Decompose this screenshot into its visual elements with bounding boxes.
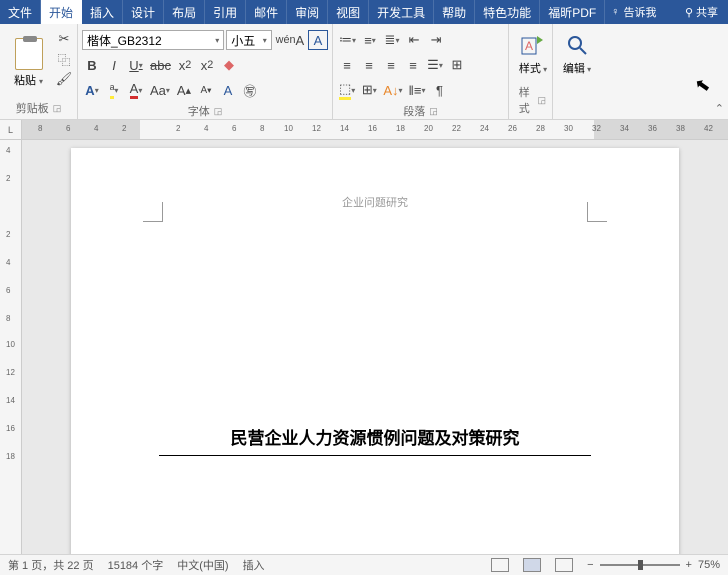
share-icon: ⚲ — [685, 6, 693, 19]
paste-button[interactable]: 粘贴 ▾ — [14, 72, 43, 88]
document-title[interactable]: 民营企业人力资源惯例问题及对策研究 — [159, 424, 591, 456]
change-case-icon[interactable]: Aa▾ — [148, 80, 172, 100]
underline-button[interactable]: U ▾ — [126, 55, 146, 75]
font-size-select[interactable]: 小五▾ — [226, 30, 272, 50]
font-color-icon[interactable]: A▾ — [126, 80, 146, 100]
decrease-indent-icon[interactable]: ⇤ — [404, 30, 424, 50]
status-mode[interactable]: 插入 — [243, 557, 265, 573]
styles-launcher-icon[interactable]: ◲ — [537, 95, 546, 106]
vertical-ruler[interactable]: 4224681012141618 — [0, 140, 22, 554]
enclose-char-icon[interactable]: ㊢ — [240, 80, 260, 100]
tab-home[interactable]: 开始 — [41, 0, 82, 24]
shrink-font-icon[interactable]: A▾ — [196, 80, 216, 100]
share-button[interactable]: ⚲ 共享 — [685, 4, 718, 20]
borders-icon[interactable]: ⊞▾ — [359, 80, 379, 100]
subscript-button[interactable]: x2 — [175, 55, 195, 75]
file-tab[interactable]: 文件 — [0, 0, 41, 24]
paste-icon[interactable] — [15, 38, 43, 70]
tab-help[interactable]: 帮助 — [434, 0, 475, 24]
cut-icon[interactable]: ✂ — [55, 30, 73, 48]
zoom-slider[interactable] — [600, 564, 680, 566]
numbering-icon[interactable]: ≡▾ — [360, 30, 380, 50]
collapse-ribbon-icon[interactable]: ⌃ — [715, 102, 724, 115]
copy-icon[interactable]: ⿻ — [55, 50, 73, 68]
clipboard-launcher-icon[interactable]: ◲ — [53, 103, 62, 114]
text-effects-icon[interactable]: A▾ — [82, 80, 102, 100]
grow-font2-icon[interactable]: A▴ — [174, 80, 194, 100]
show-marks-icon[interactable]: ¶ — [429, 80, 449, 100]
read-mode-icon[interactable] — [491, 558, 509, 572]
tab-developer[interactable]: 开发工具 — [369, 0, 434, 24]
align-center-icon[interactable]: ≡ — [359, 55, 379, 75]
line-spacing-icon[interactable]: ‖≡▾ — [407, 80, 428, 100]
lightbulb-icon: ♀ — [611, 6, 619, 18]
clear-format-icon[interactable]: ◆ — [219, 55, 239, 75]
format-painter-icon[interactable]: 🖌 — [55, 70, 73, 88]
bold-button[interactable]: B — [82, 55, 102, 75]
tab-layout[interactable]: 布局 — [164, 0, 205, 24]
grow-font-icon[interactable]: wénA — [274, 30, 306, 50]
status-words[interactable]: 15184 个字 — [108, 557, 164, 573]
margin-corner-tl — [143, 202, 163, 222]
tab-references[interactable]: 引用 — [205, 0, 246, 24]
zoom-in-icon[interactable]: + — [686, 559, 692, 571]
tab-mailings[interactable]: 邮件 — [246, 0, 287, 24]
shading-icon[interactable]: ⬚▾ — [337, 80, 357, 100]
status-language[interactable]: 中文(中国) — [177, 557, 228, 573]
italic-button[interactable]: I — [104, 55, 124, 75]
tell-me[interactable]: 告诉我 — [623, 4, 656, 20]
tab-insert[interactable]: 插入 — [82, 0, 123, 24]
para-launcher-icon[interactable]: ◲ — [429, 106, 438, 117]
align-right-icon[interactable]: ≡ — [381, 55, 401, 75]
font-launcher-icon[interactable]: ◲ — [214, 106, 223, 117]
tab-features[interactable]: 特色功能 — [475, 0, 540, 24]
styles-button[interactable]: A 样式 ▾ — [513, 26, 553, 76]
highlight-icon[interactable]: ᵃ▾ — [104, 80, 124, 100]
web-layout-icon[interactable] — [555, 558, 573, 572]
bullets-icon[interactable]: ≔▾ — [337, 30, 358, 50]
superscript-button[interactable]: x2 — [197, 55, 217, 75]
tab-view[interactable]: 视图 — [328, 0, 369, 24]
status-page[interactable]: 第 1 页，共 22 页 — [8, 557, 94, 573]
tab-foxit[interactable]: 福昕PDF — [540, 0, 605, 24]
page[interactable]: 企业问题研究 民营企业人力资源惯例问题及对策研究 — [71, 148, 679, 554]
multilevel-icon[interactable]: ≣▾ — [382, 30, 402, 50]
sort-icon[interactable]: A↓▾ — [381, 80, 404, 100]
editing-button[interactable]: 编辑 ▾ — [557, 26, 597, 76]
horizontal-ruler[interactable]: 8642246810121416182022242628303234363842 — [22, 120, 728, 139]
snap-grid-icon[interactable]: ⊞ — [447, 55, 467, 75]
increase-indent-icon[interactable]: ⇥ — [426, 30, 446, 50]
zoom-level[interactable]: 75% — [698, 559, 720, 571]
tab-review[interactable]: 审阅 — [287, 0, 328, 24]
char-border-icon[interactable]: A — [308, 30, 328, 50]
distribute-icon[interactable]: ☰▾ — [425, 55, 445, 75]
styles-icon: A — [520, 32, 546, 58]
document-area[interactable]: 企业问题研究 民营企业人力资源惯例问题及对策研究 — [22, 140, 728, 554]
svg-text:A: A — [525, 39, 533, 53]
char-shading-icon[interactable]: A — [218, 80, 238, 100]
margin-corner-tr — [587, 202, 607, 222]
print-layout-icon[interactable] — [523, 558, 541, 572]
strikethrough-button[interactable]: abc — [148, 55, 173, 75]
ruler-corner: L — [0, 120, 22, 139]
font-name-select[interactable]: 楷体_GB2312▾ — [82, 30, 224, 50]
find-icon — [564, 32, 590, 58]
zoom-out-icon[interactable]: − — [587, 559, 593, 571]
justify-icon[interactable]: ≡ — [403, 55, 423, 75]
tab-design[interactable]: 设计 — [123, 0, 164, 24]
align-left-icon[interactable]: ≡ — [337, 55, 357, 75]
